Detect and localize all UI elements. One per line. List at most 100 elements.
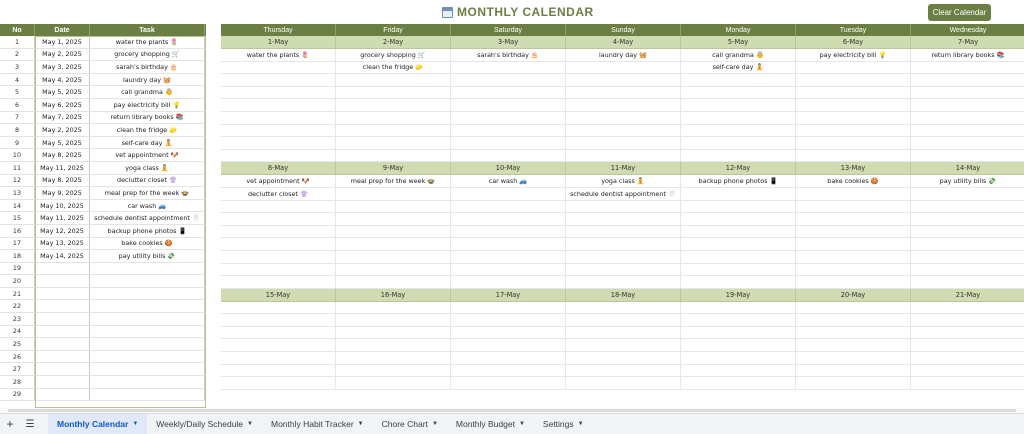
cell-no[interactable]: 7: [0, 111, 35, 124]
event-cell[interactable]: [681, 137, 796, 149]
event-cell[interactable]: [451, 200, 566, 213]
cell-date[interactable]: [35, 287, 90, 300]
event-cell[interactable]: [911, 62, 1024, 74]
event-cell[interactable]: [681, 149, 796, 162]
cell-task[interactable]: schedule dentist appointment 🦷: [90, 212, 205, 224]
event-cell[interactable]: [911, 314, 1024, 326]
event-cell[interactable]: [796, 225, 911, 238]
cell-task[interactable]: [90, 275, 205, 287]
chevron-down-icon[interactable]: ▼: [247, 421, 253, 427]
event-cell[interactable]: [796, 250, 911, 263]
cell-task[interactable]: return library books 📚: [90, 111, 205, 124]
cell-date[interactable]: May 2, 2025: [35, 124, 90, 136]
event-cell[interactable]: [221, 326, 336, 339]
add-sheet-icon[interactable]: +: [0, 417, 20, 431]
event-cell[interactable]: [221, 124, 336, 137]
event-cell[interactable]: [336, 225, 451, 238]
event-cell[interactable]: [566, 137, 681, 149]
event-cell[interactable]: [566, 339, 681, 352]
event-cell[interactable]: [566, 238, 681, 250]
table-row[interactable]: 23: [0, 313, 206, 326]
sheet-tab[interactable]: Monthly Budget ▼: [447, 414, 534, 434]
spreadsheet-grid[interactable]: MONTHLY CALENDAR Clear Calendar No Date …: [0, 0, 1024, 408]
event-cell[interactable]: [566, 225, 681, 238]
event-cell[interactable]: [221, 314, 336, 326]
event-cell[interactable]: [566, 250, 681, 263]
cell-no[interactable]: 12: [0, 174, 35, 187]
event-cell[interactable]: [566, 99, 681, 111]
cell-date[interactable]: [35, 313, 90, 325]
cell-task[interactable]: car wash 🚙: [90, 199, 205, 212]
event-cell[interactable]: [681, 111, 796, 124]
event-cell[interactable]: [681, 352, 796, 364]
cell-date[interactable]: May 1, 2025: [35, 36, 90, 48]
date-cell[interactable]: 2-May: [336, 36, 451, 48]
cell-task[interactable]: [90, 363, 205, 376]
date-cell[interactable]: 12-May: [681, 162, 796, 175]
table-row[interactable]: 29: [0, 388, 206, 402]
event-cell[interactable]: [681, 124, 796, 137]
event-cell[interactable]: [911, 352, 1024, 364]
event-cell[interactable]: [681, 314, 796, 326]
date-cell[interactable]: 6-May: [796, 36, 911, 48]
event-cell[interactable]: [451, 250, 566, 263]
cell-no[interactable]: 17: [0, 237, 35, 250]
cell-date[interactable]: [35, 338, 90, 350]
cell-date[interactable]: May 8, 2025: [35, 174, 90, 187]
event-cell[interactable]: [796, 352, 911, 364]
event-cell[interactable]: [911, 377, 1024, 389]
scrollbar-thumb[interactable]: [8, 409, 1016, 412]
event-cell[interactable]: [221, 339, 336, 352]
event-cell[interactable]: [681, 377, 796, 389]
event-cell[interactable]: [911, 125, 1024, 137]
event-cell[interactable]: [796, 339, 911, 352]
cell-no[interactable]: 9: [0, 136, 35, 149]
date-cell[interactable]: 17-May: [451, 288, 566, 301]
cell-date[interactable]: May 9, 2025: [35, 187, 90, 199]
event-cell[interactable]: [566, 74, 681, 86]
cell-date[interactable]: May 14, 2025: [35, 250, 90, 262]
event-cell[interactable]: [336, 263, 451, 276]
cell-no[interactable]: 15: [0, 212, 35, 224]
event-cell[interactable]: meal prep for the week 🍲: [336, 175, 451, 187]
table-row[interactable]: 6 May 6, 2025 pay electricity bill 💡: [0, 98, 206, 112]
cell-task[interactable]: [90, 350, 205, 363]
cell-date[interactable]: May 11, 2025: [35, 212, 90, 224]
event-cell[interactable]: [681, 225, 796, 238]
event-cell[interactable]: [911, 74, 1024, 86]
cell-task[interactable]: [90, 376, 205, 388]
cell-date[interactable]: May 2, 2025: [35, 48, 90, 61]
cell-date[interactable]: May 12, 2025: [35, 224, 90, 237]
cell-no[interactable]: 14: [0, 199, 35, 212]
event-cell[interactable]: [796, 326, 911, 339]
event-cell[interactable]: [566, 377, 681, 389]
event-cell[interactable]: [336, 86, 451, 99]
cell-date[interactable]: [35, 376, 90, 388]
event-cell[interactable]: [911, 201, 1024, 213]
date-cell[interactable]: 15-May: [221, 288, 336, 301]
cell-date[interactable]: May 7, 2025: [35, 111, 90, 124]
cell-no[interactable]: 19: [0, 262, 35, 275]
date-cell[interactable]: 1-May: [221, 36, 336, 48]
event-cell[interactable]: [451, 61, 566, 74]
cell-no[interactable]: 11: [0, 161, 35, 174]
cell-task[interactable]: grocery shopping 🛒: [90, 48, 205, 61]
cell-task[interactable]: sarah's birthday 🎂: [90, 61, 205, 73]
sheet-tab[interactable]: Monthly Habit Tracker ▼: [262, 414, 373, 434]
event-cell[interactable]: [451, 213, 566, 225]
event-cell[interactable]: [566, 326, 681, 339]
event-cell[interactable]: [221, 238, 336, 250]
event-cell[interactable]: [336, 124, 451, 137]
event-cell[interactable]: [336, 364, 451, 377]
chevron-down-icon[interactable]: ▼: [358, 421, 364, 427]
table-row[interactable]: 5 May 5, 2025 call grandma 👵: [0, 86, 206, 99]
cell-no[interactable]: 10: [0, 149, 35, 161]
cell-no[interactable]: 24: [0, 325, 35, 338]
event-cell[interactable]: [796, 200, 911, 213]
event-cell[interactable]: grocery shopping 🛒: [336, 49, 451, 61]
event-cell[interactable]: [221, 377, 336, 389]
event-cell[interactable]: [336, 377, 451, 389]
sheet-tab[interactable]: Weekly/Daily Schedule ▼: [147, 414, 262, 434]
event-cell[interactable]: pay utility bills 💸: [911, 175, 1024, 187]
event-cell[interactable]: [566, 124, 681, 137]
